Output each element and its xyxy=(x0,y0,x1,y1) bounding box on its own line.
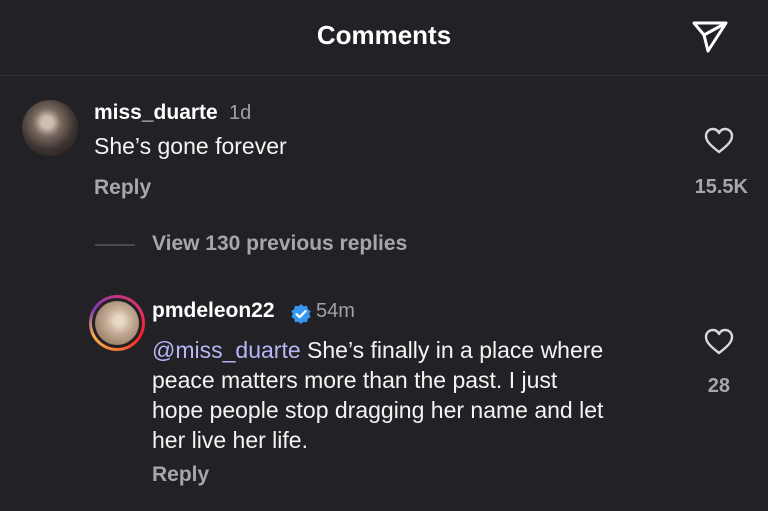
comment-username[interactable]: miss_duarte xyxy=(94,101,218,125)
reply-username[interactable]: pmdeleon22 xyxy=(152,299,275,323)
avatar-story-ring[interactable] xyxy=(89,295,145,351)
verified-badge-icon xyxy=(291,304,311,324)
reply-time: 54m xyxy=(316,300,355,322)
reply-button[interactable]: Reply xyxy=(152,463,209,487)
reply-button[interactable]: Reply xyxy=(94,176,151,200)
reply-text: @miss_duarte She’s finally in a place wh… xyxy=(152,335,682,455)
reply-text-line: She’s finally in a place where xyxy=(300,337,604,363)
like-count: 28 xyxy=(707,375,730,397)
reply-text-line: her live her life. xyxy=(152,427,308,453)
mention-link[interactable]: @miss_duarte xyxy=(152,337,301,363)
page-title: Comments xyxy=(316,20,452,50)
avatar-gap xyxy=(92,298,142,348)
reply-text-line: hope people stop dragging her name and l… xyxy=(152,397,604,423)
replies-divider xyxy=(95,244,135,246)
avatar xyxy=(95,301,139,345)
heart-icon[interactable] xyxy=(704,127,734,155)
header: Comments xyxy=(0,0,768,76)
heart-icon[interactable] xyxy=(704,328,734,356)
send-icon[interactable] xyxy=(690,17,730,57)
comment-time: 1d xyxy=(229,102,252,124)
view-replies-button[interactable]: View 130 previous replies xyxy=(152,232,407,256)
comment-text: She’s gone forever xyxy=(94,133,287,159)
like-count: 15.5K xyxy=(694,176,748,198)
avatar[interactable] xyxy=(22,100,78,156)
reply-text-line: peace matters more than the past. I just xyxy=(152,367,558,393)
